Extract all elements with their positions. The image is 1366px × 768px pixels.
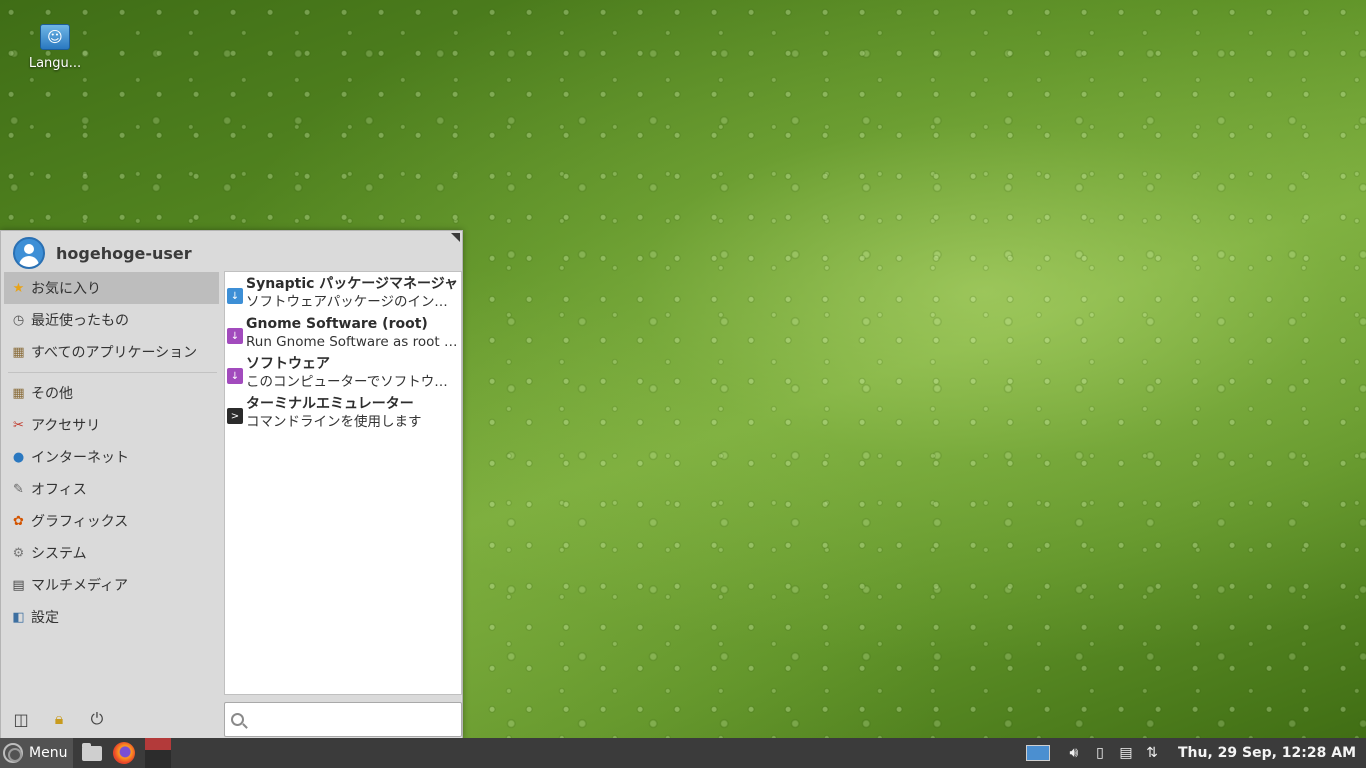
- app-name: ターミナルエミュレーター: [246, 396, 414, 412]
- desktop-icon-language[interactable]: ☺ Langu...: [22, 24, 88, 71]
- category-label: 設定: [31, 610, 59, 626]
- lock-icon: 🔒︎: [54, 709, 64, 728]
- folder-icon: ▦: [12, 385, 25, 401]
- desktop-icon-label: Langu...: [28, 56, 82, 71]
- app-item-synaptic[interactable]: ↓ Synaptic パッケージマネージャ ソフトウェアパッケージのインストール: [225, 272, 461, 312]
- category-list: ★ お気に入り ◷ 最近使ったもの ▦ すべてのアプリケーション ▦ その他 ✂…: [4, 272, 219, 633]
- power-icon: ⏻: [90, 709, 104, 728]
- app-item-terminal[interactable]: > ターミナルエミュレーター コマンドラインを使用します: [225, 392, 461, 432]
- category-favorites[interactable]: ★ お気に入り: [4, 272, 219, 304]
- resize-corner[interactable]: [451, 233, 460, 242]
- history-icon: ◷: [12, 312, 25, 328]
- globe-icon: ●: [12, 449, 25, 465]
- category-other[interactable]: ▦ その他: [4, 377, 219, 409]
- app-description: Run Gnome Software as root user: [246, 334, 460, 350]
- category-accessories[interactable]: ✂ アクセサリ: [4, 409, 219, 441]
- app-description: コマンドラインを使用します: [246, 414, 422, 430]
- category-label: お気に入り: [31, 281, 101, 297]
- category-graphics[interactable]: ✿ グラフィックス: [4, 505, 219, 537]
- file-manager-launcher[interactable]: [79, 740, 105, 766]
- taskbar-window-button[interactable]: [145, 738, 172, 768]
- menu-button[interactable]: Menu: [0, 738, 74, 768]
- gear-icon: ⚙: [12, 545, 25, 561]
- film-icon: ▤: [12, 577, 25, 593]
- category-label: その他: [31, 386, 73, 402]
- mint-menu-icon: [3, 743, 23, 763]
- category-internet[interactable]: ● インターネット: [4, 441, 219, 473]
- category-label: システム: [31, 546, 87, 562]
- category-office[interactable]: ✎ オフィス: [4, 473, 219, 505]
- folder-icon: ▦: [12, 344, 25, 360]
- menu-footer: ◫ 🔒︎ ⏻: [9, 707, 109, 731]
- clipboard-icon[interactable]: ▤: [1114, 738, 1138, 768]
- user-avatar-icon[interactable]: [13, 237, 45, 269]
- firefox-launcher[interactable]: [111, 740, 137, 766]
- category-all-applications[interactable]: ▦ すべてのアプリケーション: [4, 336, 219, 368]
- app-description: ソフトウェアパッケージのインストール: [246, 294, 460, 310]
- category-system[interactable]: ⚙ システム: [4, 537, 219, 569]
- settings-icon: ◧: [12, 609, 25, 625]
- software-icon: ↓: [227, 368, 243, 384]
- app-name: Synaptic パッケージマネージャ: [246, 276, 459, 292]
- category-label: オフィス: [31, 482, 87, 498]
- workspace-icon[interactable]: [1025, 745, 1050, 761]
- category-label: 最近使ったもの: [31, 313, 129, 329]
- search-input[interactable]: [250, 711, 450, 728]
- category-label: アクセサリ: [31, 418, 101, 434]
- office-icon: ✎: [13, 481, 24, 497]
- user-header: hogehoge-user: [13, 237, 192, 269]
- settings-manager-icon: ◫: [13, 709, 29, 729]
- category-label: インターネット: [31, 450, 129, 466]
- category-label: すべてのアプリケーション: [31, 345, 198, 361]
- accessories-icon: ✂: [13, 417, 24, 433]
- menu-button-label: Menu: [29, 745, 68, 761]
- category-settings[interactable]: ◧ 設定: [4, 601, 219, 633]
- volume-icon[interactable]: 🔊︎: [1062, 738, 1086, 768]
- system-tray: 🔊︎ ▯ ▤ ⇅ Thu, 29 Sep, 12:28 AM: [1025, 738, 1366, 768]
- lock-screen-button[interactable]: 🔒︎: [47, 707, 71, 731]
- search-icon: [231, 713, 244, 726]
- category-separator: [8, 372, 217, 373]
- firefox-icon: [113, 742, 136, 764]
- category-recent[interactable]: ◷ 最近使ったもの: [4, 304, 219, 336]
- search-field[interactable]: [224, 702, 462, 737]
- application-menu: hogehoge-user ★ お気に入り ◷ 最近使ったもの ▦ すべてのアプ…: [0, 230, 463, 740]
- software-icon: ↓: [227, 328, 243, 344]
- app-item-software[interactable]: ↓ ソフトウェア このコンピューターでソフトウェアを追加・削除: [225, 352, 461, 392]
- username: hogehoge-user: [56, 243, 192, 263]
- file-manager-icon: [82, 742, 103, 761]
- language-flag-icon: ☺: [40, 24, 70, 50]
- application-list: ↓ Synaptic パッケージマネージャ ソフトウェアパッケージのインストール…: [224, 271, 462, 695]
- app-description: このコンピューターでソフトウェアを追加・削除: [246, 374, 460, 390]
- app-item-gnome-software-root[interactable]: ↓ Gnome Software (root) Run Gnome Softwa…: [225, 312, 461, 352]
- category-label: グラフィックス: [31, 514, 129, 530]
- synaptic-icon: ↓: [227, 288, 243, 304]
- settings-manager-button[interactable]: ◫: [9, 707, 33, 731]
- bottom-panel: Menu 🔊︎ ▯ ▤ ⇅ Thu, 29 Sep, 12:28 AM: [0, 738, 1366, 768]
- network-icon[interactable]: ⇅: [1140, 738, 1164, 768]
- star-icon: ★: [12, 280, 25, 296]
- terminal-icon: >: [227, 408, 243, 424]
- category-label: マルチメディア: [31, 578, 129, 594]
- clock[interactable]: Thu, 29 Sep, 12:28 AM: [1178, 745, 1356, 761]
- category-multimedia[interactable]: ▤ マルチメディア: [4, 569, 219, 601]
- app-name: ソフトウェア: [246, 356, 330, 372]
- app-name: Gnome Software (root): [246, 316, 428, 332]
- palette-icon: ✿: [13, 513, 24, 529]
- power-button[interactable]: ⏻: [85, 707, 109, 731]
- battery-icon[interactable]: ▯: [1088, 738, 1112, 768]
